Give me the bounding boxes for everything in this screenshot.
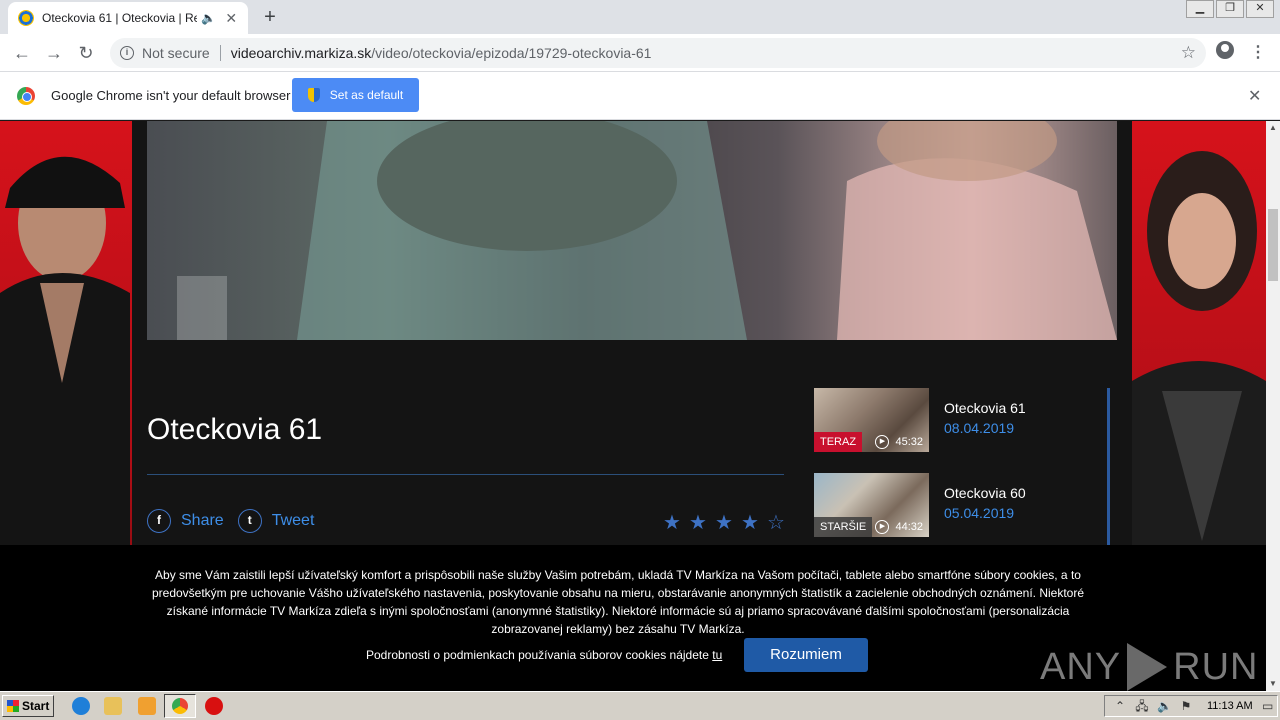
stop-sign-icon[interactable] <box>205 697 223 715</box>
cookie-consent-bar: Aby sme Vám zaistili lepší užívateľský k… <box>0 545 1266 691</box>
info-icon[interactable]: i <box>120 46 134 60</box>
menu-kebab-icon[interactable]: ⋮ <box>1250 42 1266 62</box>
cookie-text: Aby sme Vám zaistili lepší užívateľský k… <box>151 568 1085 636</box>
windows-taskbar: Start ⌃ 🖧 🔈 ⚑ 11:13 AM ▭ <box>0 691 1280 720</box>
star-filled-icon[interactable]: ★ <box>659 510 685 535</box>
bookmark-star-icon[interactable]: ☆ <box>1181 43 1196 63</box>
star-filled-icon[interactable]: ★ <box>685 510 711 535</box>
episode-title: Oteckovia 61 <box>147 413 323 446</box>
twitter-icon[interactable]: t <box>237 509 262 533</box>
minimize-button[interactable]: ▁ <box>1186 0 1214 18</box>
star-filled-icon[interactable]: ★ <box>737 510 763 535</box>
web-page: Oteckovia 61 f Share t Tweet ★ ★ ★ ★ ☆ TERAZ… <box>0 121 1266 691</box>
facebook-icon[interactable]: f <box>147 509 171 533</box>
infobar-close-icon[interactable]: ✕ <box>1248 86 1261 106</box>
default-browser-infobar: Google Chrome isn't your default browser… <box>0 72 1280 120</box>
scroll-up-arrow-icon[interactable]: ▲ <box>1266 121 1280 135</box>
url-path: /video/oteckovia/epizoda/19729-oteckovia… <box>371 45 652 61</box>
playlist-item[interactable]: TERAZ ▶ 45:32 Oteckovia 61 08.04.2019 <box>814 388 1104 452</box>
back-arrow-icon[interactable]: ← <box>10 41 34 65</box>
network-icon[interactable]: 🖧 <box>1135 699 1149 713</box>
browser-toolbar: ← → ↻ i Not secure videoarchiv.markiza.s… <box>0 34 1280 72</box>
cookie-details-label: Podrobnosti o podmienkach používania súb… <box>366 648 709 662</box>
browser-title-bar: Oteckovia 61 | Oteckovia | Relácie 🔈 ✕ +… <box>0 0 1280 34</box>
episode-duration: ▶ 44:32 <box>875 520 923 534</box>
chrome-icon <box>172 698 188 714</box>
duration-text: 45:32 <box>895 436 923 448</box>
start-label: Start <box>22 699 50 713</box>
tray-expand-icon[interactable]: ⌃ <box>1113 699 1127 713</box>
video-player-frame[interactable] <box>147 121 1117 340</box>
playlist-episode-date: 05.04.2019 <box>944 505 1015 521</box>
share-link[interactable]: Share <box>181 512 224 530</box>
cookie-accept-button[interactable]: Rozumiem <box>744 638 868 672</box>
security-label: Not secure <box>142 45 210 61</box>
browser-tab[interactable]: Oteckovia 61 | Oteckovia | Relácie 🔈 ✕ <box>8 2 248 34</box>
playlist-episode-name[interactable]: Oteckovia 61 <box>944 400 1026 416</box>
star-empty-icon[interactable]: ☆ <box>763 510 789 535</box>
title-divider <box>147 474 784 475</box>
duration-text: 44:32 <box>895 521 923 533</box>
set-as-default-button[interactable]: Set as default <box>292 78 419 112</box>
playlist-episode-name[interactable]: Oteckovia 60 <box>944 485 1026 501</box>
start-button[interactable]: Start <box>2 695 54 717</box>
infobar-message: Google Chrome isn't your default browser <box>51 88 291 103</box>
volume-icon[interactable]: 🔈 <box>1157 699 1172 713</box>
star-filled-icon[interactable]: ★ <box>711 510 737 535</box>
url-host: videoarchiv.markiza.sk <box>230 45 372 61</box>
social-share: f Share t Tweet <box>147 509 328 533</box>
tab-title: Oteckovia 61 | Oteckovia | Relácie <box>42 11 197 25</box>
flag-icon[interactable]: ⚑ <box>1179 699 1193 713</box>
media-player-icon[interactable] <box>138 697 156 715</box>
chrome-logo-icon <box>17 87 35 105</box>
tab-close-icon[interactable]: ✕ <box>224 10 238 27</box>
playlist-item[interactable]: STARŠIE ▶ 44:32 Oteckovia 60 05.04.2019 <box>814 473 1104 537</box>
watermark-right: RUN <box>1173 645 1259 688</box>
uac-shield-icon <box>307 88 320 102</box>
address-separator <box>219 45 221 61</box>
episode-thumbnail[interactable]: STARŠIE ▶ 44:32 <box>814 473 929 537</box>
rating-stars[interactable]: ★ ★ ★ ★ ☆ <box>659 510 789 535</box>
page-scrollbar[interactable]: ▲ ▼ <box>1266 121 1280 691</box>
markiza-favicon-icon <box>18 10 34 26</box>
cookie-details-text: Podrobnosti o podmienkach používania súb… <box>366 648 722 662</box>
new-tab-button[interactable]: + <box>258 6 282 30</box>
cookie-details-link[interactable]: tu <box>712 648 722 662</box>
forward-arrow-icon[interactable]: → <box>42 41 66 65</box>
watermark-left: ANY <box>1040 645 1122 688</box>
episode-duration: ▶ 45:32 <box>875 435 923 449</box>
taskbar-clock: 11:13 AM <box>1207 700 1253 712</box>
close-window-button[interactable]: ✕ <box>1246 0 1274 18</box>
system-tray: ⌃ 🖧 🔈 ⚑ 11:13 AM ▭ <box>1104 695 1278 717</box>
play-icon: ▶ <box>875 520 890 534</box>
video-frame-image <box>177 121 1117 340</box>
restore-button[interactable]: ❐ <box>1216 0 1244 18</box>
internet-explorer-icon[interactable] <box>72 697 90 715</box>
explorer-folder-icon[interactable] <box>104 697 122 715</box>
address-bar[interactable]: i Not secure videoarchiv.markiza.sk /vid… <box>110 38 1206 68</box>
anyrun-watermark: ANY RUN <box>1040 643 1258 691</box>
episode-thumbnail[interactable]: TERAZ ▶ 45:32 <box>814 388 929 452</box>
play-icon: ▶ <box>875 435 890 449</box>
now-badge: TERAZ <box>814 432 863 452</box>
scroll-down-arrow-icon[interactable]: ▼ <box>1266 677 1280 691</box>
window-controls: ▁ ❐ ✕ <box>1184 0 1274 18</box>
reload-icon[interactable]: ↻ <box>74 41 98 65</box>
older-badge: STARŠIE <box>814 517 873 537</box>
taskbar-chrome-button[interactable] <box>164 694 196 718</box>
tweet-link[interactable]: Tweet <box>272 512 315 530</box>
account-icon[interactable] <box>1216 41 1234 59</box>
set-as-default-label: Set as default <box>329 88 404 102</box>
windows-logo-icon <box>7 700 19 712</box>
anyrun-play-icon <box>1127 643 1168 691</box>
playlist-scroll-indicator[interactable] <box>1107 388 1110 548</box>
show-desktop-icon[interactable]: ▭ <box>1261 699 1275 713</box>
scroll-thumb[interactable] <box>1268 209 1278 281</box>
speaker-icon[interactable]: 🔈 <box>201 11 217 25</box>
playlist-episode-date: 08.04.2019 <box>944 420 1015 436</box>
